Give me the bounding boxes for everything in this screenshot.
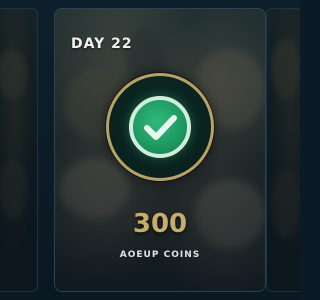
day-label: DAY 22	[71, 36, 133, 52]
previous-day-card[interactable]	[0, 8, 38, 292]
checkmark-icon	[129, 96, 191, 158]
next-day-card[interactable]	[266, 8, 300, 292]
daily-rewards-carousel: DAY 22 300 AOEUP COINS	[0, 0, 300, 300]
coin-amount: 300	[132, 209, 188, 239]
daily-reward-card[interactable]: DAY 22 300 AOEUP COINS	[54, 8, 266, 292]
coin-currency-label: AOEUP COINS	[119, 250, 201, 260]
claimed-badge	[106, 73, 214, 181]
